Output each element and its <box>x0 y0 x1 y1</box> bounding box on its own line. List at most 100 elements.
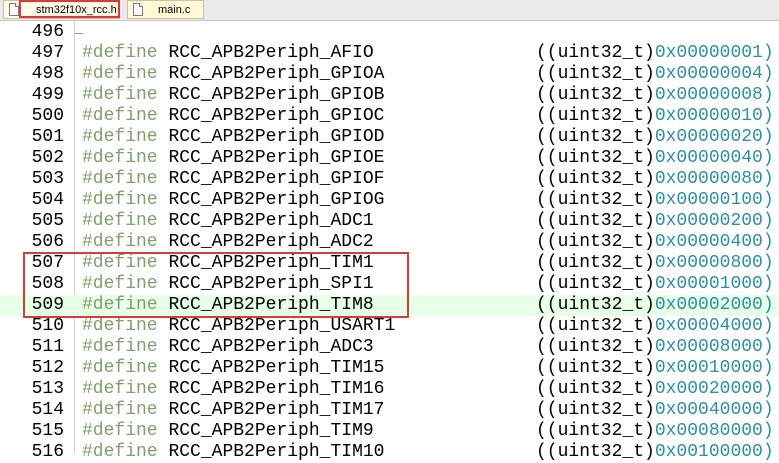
type-cast: ((uint32_t) <box>536 358 655 378</box>
code-line[interactable]: 499 #define RCC_APB2Periph_GPIOB ((uint32_… <box>0 85 779 106</box>
code-text: #define RCC_APB2Periph_USART1 <box>82 316 395 337</box>
hex-value: 0x00040000) <box>654 400 774 420</box>
line-number: 498 <box>31 64 64 84</box>
line-number: 511 <box>31 337 64 357</box>
line-number: 513 <box>31 379 64 399</box>
code-line[interactable]: 506 #define RCC_APB2Periph_ADC2 ((uint32_t… <box>0 232 779 253</box>
macro-name: RCC_APB2Periph_GPIOC <box>168 106 385 126</box>
code-line[interactable]: 511 #define RCC_APB2Periph_ADC3 ((uint32_t… <box>0 337 779 358</box>
code-text: #define RCC_APB2Periph_GPIOD <box>82 127 384 148</box>
code-line[interactable]: 496 <box>0 22 779 43</box>
macro-value: ((uint32_t)0x00020000) <box>536 379 774 400</box>
type-cast: ((uint32_t) <box>536 316 655 336</box>
line-number: 503 <box>31 169 64 189</box>
hex-value: 0x00000008) <box>654 85 774 105</box>
define-keyword: #define <box>82 64 158 84</box>
annotation-box <box>23 252 409 318</box>
line-number: 501 <box>31 127 64 147</box>
line-number: 515 <box>31 421 64 441</box>
macro-name: RCC_APB2Periph_GPIOD <box>168 127 385 147</box>
type-cast: ((uint32_t) <box>536 442 655 462</box>
code-line[interactable]: 514 #define RCC_APB2Periph_TIM17 ((uint32_… <box>0 400 779 421</box>
code-line[interactable]: 502 #define RCC_APB2Periph_GPIOE ((uint32_… <box>0 148 779 169</box>
type-cast: ((uint32_t) <box>536 274 655 294</box>
type-cast: ((uint32_t) <box>536 169 655 189</box>
code-line[interactable]: 500 #define RCC_APB2Periph_GPIOC ((uint32_… <box>0 106 779 127</box>
hex-value: 0x00080000) <box>654 421 774 441</box>
hex-value: 0x00000200) <box>654 211 774 231</box>
tab-annotation-box <box>19 0 120 18</box>
code-line[interactable]: 501 #define RCC_APB2Periph_GPIOD ((uint32_… <box>0 127 779 148</box>
type-cast: ((uint32_t) <box>536 64 655 84</box>
type-cast: ((uint32_t) <box>536 337 655 357</box>
code-text: #define RCC_APB2Periph_TIM16 <box>82 379 384 400</box>
macro-name: RCC_APB2Periph_TIM10 <box>168 442 385 462</box>
macro-name: RCC_APB2Periph_ADC3 <box>168 337 374 357</box>
hex-value: 0x00000010) <box>654 106 774 126</box>
code-line[interactable]: 513 #define RCC_APB2Periph_TIM16 ((uint32_… <box>0 379 779 400</box>
macro-value: ((uint32_t)0x00000008) <box>536 85 774 106</box>
code-line[interactable]: 497 #define RCC_APB2Periph_AFIO ((uint32_t… <box>0 43 779 64</box>
code-text: #define RCC_APB2Periph_GPIOE <box>82 148 384 169</box>
macro-name: RCC_APB2Periph_GPIOG <box>168 190 385 210</box>
define-keyword: #define <box>82 127 158 147</box>
line-number: 497 <box>31 43 64 63</box>
code-line[interactable]: 516 #define RCC_APB2Periph_TIM10 ((uint32_… <box>0 442 779 463</box>
code-line[interactable]: 515 #define RCC_APB2Periph_TIM9 ((uint32_t… <box>0 421 779 442</box>
code-text: #define RCC_APB2Periph_TIM17 <box>82 400 384 421</box>
macro-value: ((uint32_t)0x00080000) <box>536 421 774 442</box>
define-keyword: #define <box>82 316 158 336</box>
define-keyword: #define <box>82 169 158 189</box>
macro-name: RCC_APB2Periph_AFIO <box>168 43 374 63</box>
hex-value: 0x00000004) <box>654 64 774 84</box>
fold-dash <box>75 33 83 34</box>
line-number: 506 <box>31 232 64 252</box>
code-text: #define RCC_APB2Periph_TIM15 <box>82 358 384 379</box>
macro-value: ((uint32_t)0x00000200) <box>536 211 774 232</box>
macro-name: RCC_APB2Periph_GPIOA <box>168 64 385 84</box>
hex-value: 0x00020000) <box>654 379 774 399</box>
code-line[interactable]: 498 #define RCC_APB2Periph_GPIOA ((uint32_… <box>0 64 779 85</box>
code-text: #define RCC_APB2Periph_GPIOC <box>82 106 384 127</box>
macro-name: RCC_APB2Periph_ADC2 <box>168 232 374 252</box>
macro-value: ((uint32_t)0x00000080) <box>536 169 774 190</box>
type-cast: ((uint32_t) <box>536 43 655 63</box>
file-icon <box>133 3 143 16</box>
type-cast: ((uint32_t) <box>536 232 655 252</box>
code-text: #define RCC_APB2Periph_ADC2 <box>82 232 374 253</box>
macro-value: ((uint32_t)0x00000100) <box>536 190 774 211</box>
hex-value: 0x00000100) <box>654 190 774 210</box>
macro-value: ((uint32_t)0x00004000) <box>536 316 774 337</box>
macro-name: RCC_APB2Periph_TIM15 <box>168 358 385 378</box>
code-line[interactable]: 512 #define RCC_APB2Periph_TIM15 ((uint32_… <box>0 358 779 379</box>
define-keyword: #define <box>82 442 158 462</box>
code-line[interactable]: 505 #define RCC_APB2Periph_ADC1 ((uint32_t… <box>0 211 779 232</box>
code-line[interactable]: 503 #define RCC_APB2Periph_GPIOF ((uint32_… <box>0 169 779 190</box>
hex-value: 0x00000400) <box>654 232 774 252</box>
code-line[interactable]: 504 #define RCC_APB2Periph_GPIOG ((uint32_… <box>0 190 779 211</box>
macro-value: ((uint32_t)0x00100000) <box>536 442 774 463</box>
macro-value: ((uint32_t)0x00000004) <box>536 64 774 85</box>
macro-value: ((uint32_t)0x00002000) <box>536 295 774 316</box>
code-text: #define RCC_APB2Periph_ADC1 <box>82 211 374 232</box>
line-number: 512 <box>31 358 64 378</box>
define-keyword: #define <box>82 85 158 105</box>
hex-value: 0x00001000) <box>654 274 774 294</box>
type-cast: ((uint32_t) <box>536 190 655 210</box>
define-keyword: #define <box>82 232 158 252</box>
tab-main-c[interactable]: main.c <box>127 0 204 19</box>
macro-value: ((uint32_t)0x00000010) <box>536 106 774 127</box>
define-keyword: #define <box>82 379 158 399</box>
macro-name: RCC_APB2Periph_TIM9 <box>168 421 374 441</box>
code-text: #define RCC_APB2Periph_GPIOB <box>82 85 384 106</box>
code-text: #define RCC_APB2Periph_GPIOG <box>82 190 384 211</box>
macro-value: ((uint32_t)0x00000020) <box>536 127 774 148</box>
line-number: 514 <box>31 400 64 420</box>
type-cast: ((uint32_t) <box>536 295 655 315</box>
code-line[interactable]: 510 #define RCC_APB2Periph_USART1 ((uint32… <box>0 316 779 337</box>
type-cast: ((uint32_t) <box>536 253 655 273</box>
hex-value: 0x00000800) <box>654 253 774 273</box>
macro-value: ((uint32_t)0x00040000) <box>536 400 774 421</box>
code-editor[interactable]: 496 497 #define RCC_APB2Periph_AFIO ((uint3… <box>0 21 779 462</box>
line-number: 499 <box>31 85 64 105</box>
